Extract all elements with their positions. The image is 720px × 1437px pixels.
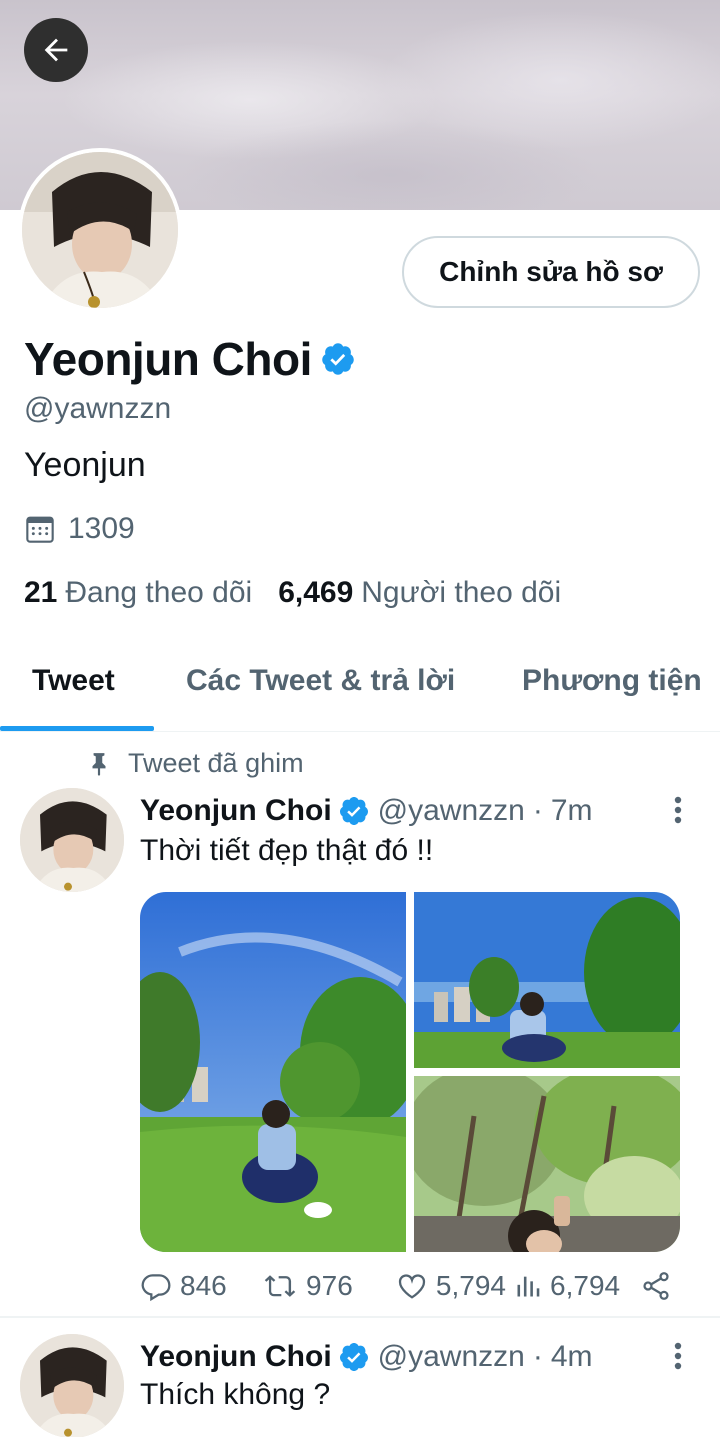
reply-icon bbox=[141, 1274, 171, 1302]
profile-display-name: Yeonjun Choi bbox=[24, 332, 356, 386]
following-link[interactable]: 21 Đang theo dõi bbox=[24, 576, 252, 610]
tweet-time[interactable]: 7m bbox=[551, 794, 593, 828]
reply-button[interactable]: 846 bbox=[140, 1270, 262, 1302]
more-vertical-icon bbox=[674, 1342, 682, 1370]
tweet-header: Yeonjun Choi @yawnzzn · 7m bbox=[140, 794, 593, 828]
retweet-icon bbox=[264, 1275, 296, 1297]
followers-count: 6,469 bbox=[278, 576, 354, 609]
back-button[interactable] bbox=[24, 18, 88, 82]
tweet-photo[interactable] bbox=[414, 892, 680, 1068]
followers-label: Người theo dõi bbox=[361, 576, 562, 609]
verified-badge-icon bbox=[339, 797, 368, 825]
share-button[interactable] bbox=[640, 1270, 680, 1302]
tweet-time[interactable]: 4m bbox=[551, 1340, 593, 1374]
display-name-text: Yeonjun Choi bbox=[24, 333, 312, 385]
following-count: 21 bbox=[24, 576, 58, 609]
edit-profile-button[interactable]: Chỉnh sửa hồ sơ bbox=[402, 236, 700, 308]
tab-tweets[interactable]: Tweet bbox=[32, 664, 115, 698]
tweet-avatar[interactable] bbox=[20, 788, 124, 892]
follow-stats: 21 Đang theo dõi 6,469 Người theo dõi bbox=[24, 576, 587, 610]
arrow-left-icon bbox=[44, 38, 68, 62]
pinned-label: Tweet đã ghim bbox=[86, 748, 304, 779]
like-count: 5,794 bbox=[435, 1270, 506, 1301]
following-label: Đang theo dõi bbox=[65, 576, 253, 609]
tweet-author-name[interactable]: Yeonjun Choi bbox=[140, 794, 332, 828]
tweet-author-handle: @yawnzzn bbox=[377, 794, 525, 827]
tweet-header: Yeonjun Choi @yawnzzn · 4m bbox=[140, 1340, 593, 1374]
pinned-label-text: Tweet đã ghim bbox=[128, 748, 304, 778]
views-button[interactable]: 6,794 bbox=[514, 1270, 640, 1302]
share-icon bbox=[643, 1272, 669, 1300]
tweet-text: Thời tiết đẹp thật đó !! bbox=[140, 834, 434, 867]
profile-avatar[interactable] bbox=[18, 148, 182, 312]
tweet-photo[interactable] bbox=[140, 892, 406, 1252]
tweet-separator: · bbox=[532, 1340, 543, 1373]
tweet-actions: 846 976 5,794 6,794 bbox=[140, 1264, 680, 1308]
tweet-more-button[interactable] bbox=[664, 1336, 692, 1376]
followers-link[interactable]: 6,469 Người theo dõi bbox=[278, 576, 561, 610]
meta-value: 1309 bbox=[68, 512, 135, 545]
tweet-media-grid bbox=[140, 892, 680, 1252]
profile-handle: @yawnzzn bbox=[24, 392, 172, 425]
tweet-author-name[interactable]: Yeonjun Choi bbox=[140, 1340, 332, 1374]
retweet-button[interactable]: 976 bbox=[262, 1270, 396, 1302]
views-icon bbox=[517, 1276, 540, 1297]
verified-badge-icon bbox=[322, 343, 354, 375]
profile-tabs: Tweet Các Tweet & trả lời Phương tiện bbox=[0, 640, 720, 732]
tab-tweets-replies[interactable]: Các Tweet & trả lời bbox=[186, 664, 455, 698]
verified-badge-icon bbox=[339, 1343, 368, 1371]
retweet-count: 976 bbox=[306, 1270, 353, 1301]
profile-meta: 1309 bbox=[24, 512, 135, 546]
tweet-author-handle: @yawnzzn bbox=[377, 1340, 525, 1373]
tweet-divider bbox=[0, 1316, 720, 1318]
more-vertical-icon bbox=[674, 796, 682, 824]
like-button[interactable]: 5,794 bbox=[396, 1270, 514, 1302]
pin-icon bbox=[92, 752, 106, 776]
calendar-icon bbox=[26, 516, 54, 543]
profile-bio: Yeonjun bbox=[24, 446, 146, 484]
views-count: 6,794 bbox=[550, 1270, 621, 1301]
reply-count: 846 bbox=[180, 1270, 227, 1301]
tab-media[interactable]: Phương tiện bbox=[522, 664, 702, 698]
tweet-avatar[interactable] bbox=[20, 1334, 124, 1437]
tweet-more-button[interactable] bbox=[664, 790, 692, 830]
active-tab-indicator bbox=[0, 726, 154, 731]
tweet-photo[interactable] bbox=[414, 1076, 680, 1252]
heart-icon bbox=[398, 1274, 426, 1299]
tweet-text: Thích không ? bbox=[140, 1378, 331, 1411]
tweet-separator: · bbox=[532, 794, 543, 827]
